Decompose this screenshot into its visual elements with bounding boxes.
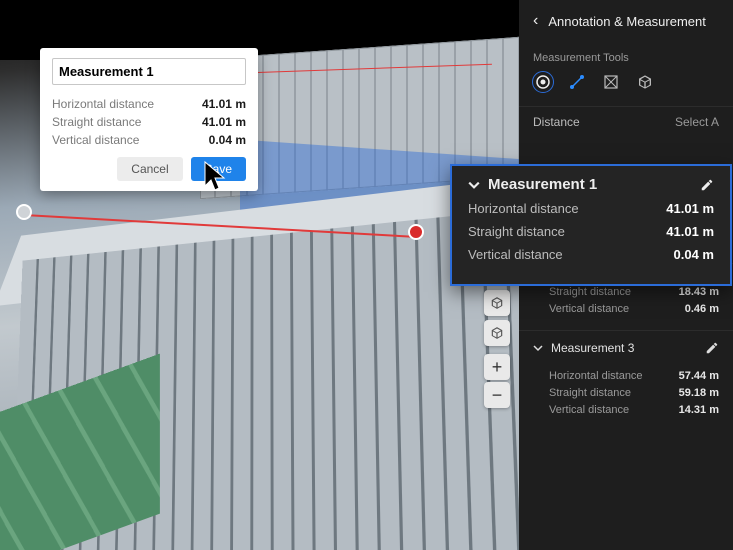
m-row-value: 57.44 m <box>679 370 719 382</box>
popup-row: Vertical distance 0.04 m <box>52 133 246 147</box>
measurement-group: Measurement 3 Horizontal distance 57.44 m… <box>519 330 733 431</box>
tool-point[interactable] <box>533 72 553 92</box>
measurement-name: Measurement 1 <box>488 176 597 193</box>
cancel-button[interactable]: Cancel <box>117 157 182 181</box>
m-row-label: Straight distance <box>549 286 631 298</box>
m-row-value: 0.46 m <box>685 303 719 315</box>
point-tool-icon <box>535 74 551 90</box>
popup-row: Horizontal distance 41.01 m <box>52 97 246 111</box>
measurement-rows: Horizontal distance 57.44 m Straight dist… <box>519 370 733 431</box>
popup-row-label: Straight distance <box>52 115 141 129</box>
measurement-point-end[interactable] <box>408 224 424 240</box>
measurement-name: Measurement 3 <box>551 341 634 355</box>
m1-row-value: 41.01 m <box>666 201 714 216</box>
m1-row-label: Horizontal distance <box>468 201 579 216</box>
m-row-value: 59.18 m <box>679 387 719 399</box>
view-cube-button-1[interactable] <box>484 290 510 316</box>
section-label: Distance <box>533 115 580 129</box>
m-row-label: Vertical distance <box>549 303 629 315</box>
popup-row-value: 41.01 m <box>202 115 246 129</box>
measurement-point-start[interactable] <box>16 204 32 220</box>
tool-line[interactable] <box>567 72 587 92</box>
m-row-label: Straight distance <box>549 387 631 399</box>
m-row-label: Vertical distance <box>549 404 629 416</box>
cube-icon <box>490 326 504 340</box>
line-tool-icon <box>568 73 586 91</box>
back-icon[interactable]: ‹ <box>533 12 538 30</box>
save-button[interactable]: Save <box>191 157 246 181</box>
tools-section-title: Measurement Tools <box>519 42 733 72</box>
area-tool-icon <box>603 74 619 90</box>
sidebar-title: Annotation & Measurement <box>548 14 706 29</box>
chevron-down-icon <box>533 343 543 353</box>
m-row-value: 18.43 m <box>679 286 719 298</box>
tool-volume[interactable] <box>635 72 655 92</box>
measurement-title-row[interactable]: Measurement 3 <box>519 331 733 365</box>
tools-row <box>519 72 733 106</box>
m-row-value: 14.31 m <box>679 404 719 416</box>
measurement-name-input[interactable] <box>52 58 246 85</box>
chevron-down-icon <box>468 179 480 191</box>
cube-icon <box>490 296 504 310</box>
m1-row-value: 0.04 m <box>674 247 714 262</box>
edit-icon[interactable] <box>705 341 719 355</box>
view-cube-button-2[interactable] <box>484 320 510 346</box>
popup-row-value: 0.04 m <box>209 133 246 147</box>
sidebar-header: ‹ Annotation & Measurement <box>519 0 733 42</box>
select-all-link[interactable]: Select A <box>675 115 719 129</box>
edit-icon[interactable] <box>700 178 714 192</box>
volume-tool-icon <box>637 74 653 90</box>
distance-section-header: Distance Select A <box>519 106 733 137</box>
tool-area[interactable] <box>601 72 621 92</box>
popup-row-label: Vertical distance <box>52 133 139 147</box>
m1-row-value: 41.01 m <box>666 224 714 239</box>
m1-row-label: Vertical distance <box>468 247 563 262</box>
m-row-label: Horizontal distance <box>549 370 643 382</box>
zoom-out-button[interactable]: − <box>484 382 510 408</box>
popup-row-value: 41.01 m <box>202 97 246 111</box>
zoom-in-button[interactable]: + <box>484 354 510 380</box>
measurement-popup: Horizontal distance 41.01 m Straight dis… <box>40 48 258 191</box>
popup-row-label: Horizontal distance <box>52 97 154 111</box>
measurement-1-expanded-card: Measurement 1 Horizontal distance 41.01 m… <box>450 164 732 286</box>
m1-row-label: Straight distance <box>468 224 565 239</box>
popup-row: Straight distance 41.01 m <box>52 115 246 129</box>
